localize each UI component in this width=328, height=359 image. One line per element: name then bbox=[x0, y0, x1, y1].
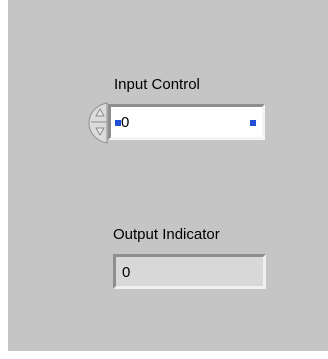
output-indicator-value: 0 bbox=[122, 264, 131, 281]
front-panel: Input Control 0 Output Indicator 0 bbox=[8, 0, 328, 351]
increment-decrement-button[interactable] bbox=[87, 100, 109, 146]
input-control-label: Input Control bbox=[114, 76, 200, 93]
output-terminal-icon bbox=[250, 120, 256, 126]
output-indicator-field: 0 bbox=[113, 254, 266, 289]
input-control-field[interactable]: 0 bbox=[108, 104, 265, 140]
output-indicator-label: Output Indicator bbox=[113, 226, 220, 243]
input-control-value[interactable]: 0 bbox=[121, 115, 129, 131]
